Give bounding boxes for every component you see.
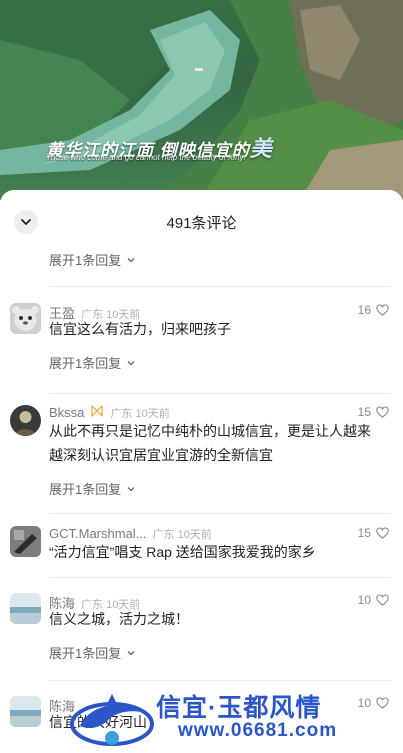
expand-replies-label: 展开1条回复: [49, 646, 122, 661]
heart-icon: [376, 406, 389, 418]
expand-replies-label: 展开1条回复: [49, 482, 122, 497]
video-frame[interactable]: 黄华江的江面 倒映信宜的美 Those who come and go cann…: [0, 0, 403, 200]
like-count: 16: [357, 303, 371, 317]
comment-item[interactable]: Bkssa 广东 10天前 15 从此不再只是记忆中纯朴的山城信宜，更是让人越来…: [0, 405, 403, 505]
heart-icon: [376, 594, 389, 606]
chevron-down-icon: [127, 257, 135, 262]
comment-text: “活力信宜”唱支 Rap 送给国家我爱我的家乡: [49, 544, 316, 560]
avatar[interactable]: [10, 526, 41, 557]
dolphin-logo-icon: [70, 694, 154, 746]
divider: [49, 286, 391, 287]
heart-icon: [376, 304, 389, 316]
watermark-title: 信宜·玉都风情: [156, 694, 322, 722]
river-landscape-image: [0, 0, 403, 200]
like-count: 15: [357, 526, 371, 540]
comment-username[interactable]: Bkssa: [49, 405, 84, 420]
like-count: 15: [357, 405, 371, 419]
comment-item[interactable]: 王盈 广东 10天前 16 信宜这么有活力，归来吧孩子 展开1条回复: [0, 303, 403, 383]
avatar[interactable]: [10, 696, 41, 727]
avatar[interactable]: [10, 405, 41, 436]
site-watermark: 信宜·玉都风情 www.06681.com: [60, 686, 403, 753]
comment-username[interactable]: GCT.Marshmal...: [49, 526, 147, 541]
chevron-down-icon: [127, 486, 135, 491]
expand-replies-label: 展开1条回复: [49, 356, 122, 371]
like-button[interactable]: 16: [358, 303, 389, 317]
expand-replies-button[interactable]: 展开1条回复: [49, 250, 136, 269]
avatar[interactable]: [10, 593, 41, 624]
comments-header: 491条评论: [0, 190, 403, 250]
divider: [49, 680, 391, 681]
expand-replies-button[interactable]: 展开1条回复: [49, 643, 136, 662]
comment-item[interactable]: 陈海 广东 10天前 10 信义之城，活力之城！ 展开1条回复: [0, 593, 403, 673]
avatar[interactable]: [10, 303, 41, 334]
watermark-url: www.06681.com: [178, 720, 338, 741]
ribbon-badge-icon: [90, 405, 104, 420]
divider: [49, 513, 391, 514]
comments-count-title: 491条评论: [166, 215, 237, 232]
expand-replies-button[interactable]: 展开1条回复: [49, 353, 136, 372]
divider: [49, 577, 391, 578]
divider: [49, 393, 391, 394]
comment-text: 信义之城，活力之城！: [49, 611, 189, 627]
video-overlay-subtitle: Those who come and go cannot help the be…: [46, 153, 246, 162]
expand-replies-label: 展开1条回复: [49, 253, 122, 268]
video-overlay-title-accent: 美: [249, 136, 273, 161]
comments-sheet: 491条评论 展开1条回复 王盈 广东 10天前 16 信宜这么有活力，归来吧孩…: [0, 190, 403, 753]
chevron-down-icon: [127, 650, 135, 655]
like-button[interactable]: 15: [358, 405, 389, 419]
heart-icon: [376, 527, 389, 539]
like-button[interactable]: 10: [358, 593, 389, 607]
expand-replies-button[interactable]: 展开1条回复: [49, 479, 136, 498]
like-count: 10: [357, 593, 371, 607]
comment-item[interactable]: GCT.Marshmal... 广东 10天前 15 “活力信宜”唱支 Rap …: [0, 526, 403, 576]
comment-text: 从此不再只是记忆中纯朴的山城信宜，更是让人越来越深刻认识宜居宜业宜游的全新信宜: [49, 423, 371, 463]
chevron-down-icon: [127, 360, 135, 365]
like-button[interactable]: 15: [358, 526, 389, 540]
comment-text: 信宜这么有活力，归来吧孩子: [49, 321, 231, 337]
